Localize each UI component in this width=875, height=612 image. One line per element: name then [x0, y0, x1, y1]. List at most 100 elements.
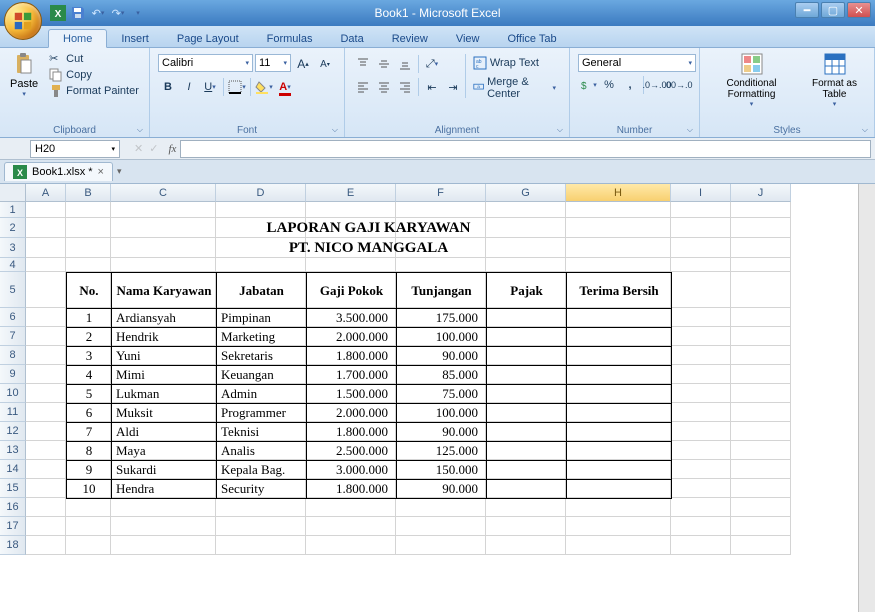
- qat-customize-icon[interactable]: ▾: [130, 5, 146, 21]
- table-cell[interactable]: Sukardi: [112, 461, 217, 480]
- table-row[interactable]: 9SukardiKepala Bag.3.000.000150.000: [67, 461, 672, 480]
- cells-grid[interactable]: LAPORAN GAJI KARYAWANPT. NICO MANGGALANo…: [26, 202, 791, 555]
- table-cell[interactable]: Maya: [112, 442, 217, 461]
- table-cell[interactable]: Teknisi: [217, 423, 307, 442]
- cell-F17[interactable]: [396, 517, 486, 536]
- cell-H16[interactable]: [566, 498, 671, 517]
- cell-A13[interactable]: [26, 441, 66, 460]
- col-header-J[interactable]: J: [731, 184, 791, 202]
- table-row[interactable]: 6MuksitProgrammer2.000.000100.000: [67, 404, 672, 423]
- table-cell[interactable]: 10: [67, 480, 112, 499]
- cell-B1[interactable]: [66, 202, 111, 218]
- cell-A17[interactable]: [26, 517, 66, 536]
- table-row[interactable]: 4MimiKeuangan1.700.00085.000: [67, 366, 672, 385]
- cell-E17[interactable]: [306, 517, 396, 536]
- table-cell[interactable]: [567, 328, 672, 347]
- fill-color-button[interactable]: ▾: [254, 77, 274, 97]
- align-bottom-button[interactable]: [395, 54, 415, 74]
- table-cell[interactable]: 8: [67, 442, 112, 461]
- cell-A16[interactable]: [26, 498, 66, 517]
- cell-I6[interactable]: [671, 308, 731, 327]
- increase-indent-button[interactable]: ⇥: [443, 77, 463, 97]
- wrap-text-button[interactable]: abcWrap Text: [471, 56, 558, 70]
- tab-insert[interactable]: Insert: [107, 30, 163, 47]
- close-tab-icon[interactable]: ×: [98, 166, 104, 178]
- close-button[interactable]: ✕: [847, 2, 871, 18]
- table-cell[interactable]: Security: [217, 480, 307, 499]
- header-no-[interactable]: No.: [67, 273, 112, 309]
- paste-button[interactable]: Paste▾: [4, 50, 44, 100]
- tab-review[interactable]: Review: [378, 30, 442, 47]
- comma-button[interactable]: ,: [620, 75, 640, 95]
- header-terima-bersih[interactable]: Terima Bersih: [567, 273, 672, 309]
- table-cell[interactable]: Aldi: [112, 423, 217, 442]
- cell-A8[interactable]: [26, 346, 66, 365]
- qat-excel-icon[interactable]: X: [50, 5, 66, 21]
- cell-H17[interactable]: [566, 517, 671, 536]
- cell-A7[interactable]: [26, 327, 66, 346]
- table-cell[interactable]: 125.000: [397, 442, 487, 461]
- italic-button[interactable]: I: [179, 77, 199, 97]
- table-cell[interactable]: 90.000: [397, 347, 487, 366]
- cell-I18[interactable]: [671, 536, 731, 555]
- document-tab[interactable]: X Book1.xlsx * ×: [4, 162, 113, 181]
- cell-J5[interactable]: [731, 272, 791, 308]
- cell-G1[interactable]: [486, 202, 566, 218]
- conditional-formatting-button[interactable]: Conditional Formatting▾: [704, 50, 799, 110]
- formula-input[interactable]: [180, 140, 871, 158]
- cell-A18[interactable]: [26, 536, 66, 555]
- underline-button[interactable]: U▾: [200, 77, 220, 97]
- cell-G17[interactable]: [486, 517, 566, 536]
- table-cell[interactable]: [487, 328, 567, 347]
- row-header-17[interactable]: 17: [0, 517, 26, 536]
- cell-A14[interactable]: [26, 460, 66, 479]
- row-header-2[interactable]: 2: [0, 218, 26, 238]
- table-cell[interactable]: [567, 480, 672, 499]
- cell-I10[interactable]: [671, 384, 731, 403]
- bold-button[interactable]: B: [158, 77, 178, 97]
- table-cell[interactable]: [487, 366, 567, 385]
- table-row[interactable]: 2HendrikMarketing2.000.000100.000: [67, 328, 672, 347]
- cell-A15[interactable]: [26, 479, 66, 498]
- cell-C4[interactable]: [111, 258, 216, 272]
- cell-B18[interactable]: [66, 536, 111, 555]
- cell-I7[interactable]: [671, 327, 731, 346]
- table-cell[interactable]: Programmer: [217, 404, 307, 423]
- cell-G4[interactable]: [486, 258, 566, 272]
- format-as-table-button[interactable]: Format as Table▾: [799, 50, 870, 110]
- table-cell[interactable]: [567, 442, 672, 461]
- align-right-button[interactable]: [395, 77, 415, 97]
- row-header-11[interactable]: 11: [0, 403, 26, 422]
- table-cell[interactable]: 175.000: [397, 309, 487, 328]
- cell-F1[interactable]: [396, 202, 486, 218]
- row-header-9[interactable]: 9: [0, 365, 26, 384]
- cell-J4[interactable]: [731, 258, 791, 272]
- cell-A5[interactable]: [26, 272, 66, 308]
- cell-J2[interactable]: [731, 218, 791, 238]
- name-box[interactable]: H20▾: [30, 140, 120, 158]
- table-cell[interactable]: [487, 385, 567, 404]
- table-cell[interactable]: Kepala Bag.: [217, 461, 307, 480]
- font-color-button[interactable]: A▾: [275, 77, 295, 97]
- cell-J12[interactable]: [731, 422, 791, 441]
- cut-button[interactable]: ✂Cut: [47, 52, 141, 66]
- cell-J15[interactable]: [731, 479, 791, 498]
- table-row[interactable]: 1ArdiansyahPimpinan3.500.000175.000: [67, 309, 672, 328]
- table-cell[interactable]: 6: [67, 404, 112, 423]
- cell-E1[interactable]: [306, 202, 396, 218]
- table-cell[interactable]: 2.500.000: [307, 442, 397, 461]
- cell-B4[interactable]: [66, 258, 111, 272]
- cell-I1[interactable]: [671, 202, 731, 218]
- new-tab-icon[interactable]: ▾: [117, 166, 122, 177]
- row-header-10[interactable]: 10: [0, 384, 26, 403]
- tab-office-tab[interactable]: Office Tab: [493, 30, 570, 47]
- table-cell[interactable]: [567, 385, 672, 404]
- table-cell[interactable]: 90.000: [397, 480, 487, 499]
- col-header-F[interactable]: F: [396, 184, 486, 202]
- table-cell[interactable]: Yuni: [112, 347, 217, 366]
- cell-I11[interactable]: [671, 403, 731, 422]
- header-jabatan[interactable]: Jabatan: [217, 273, 307, 309]
- cell-J7[interactable]: [731, 327, 791, 346]
- table-cell[interactable]: [567, 347, 672, 366]
- cell-I12[interactable]: [671, 422, 731, 441]
